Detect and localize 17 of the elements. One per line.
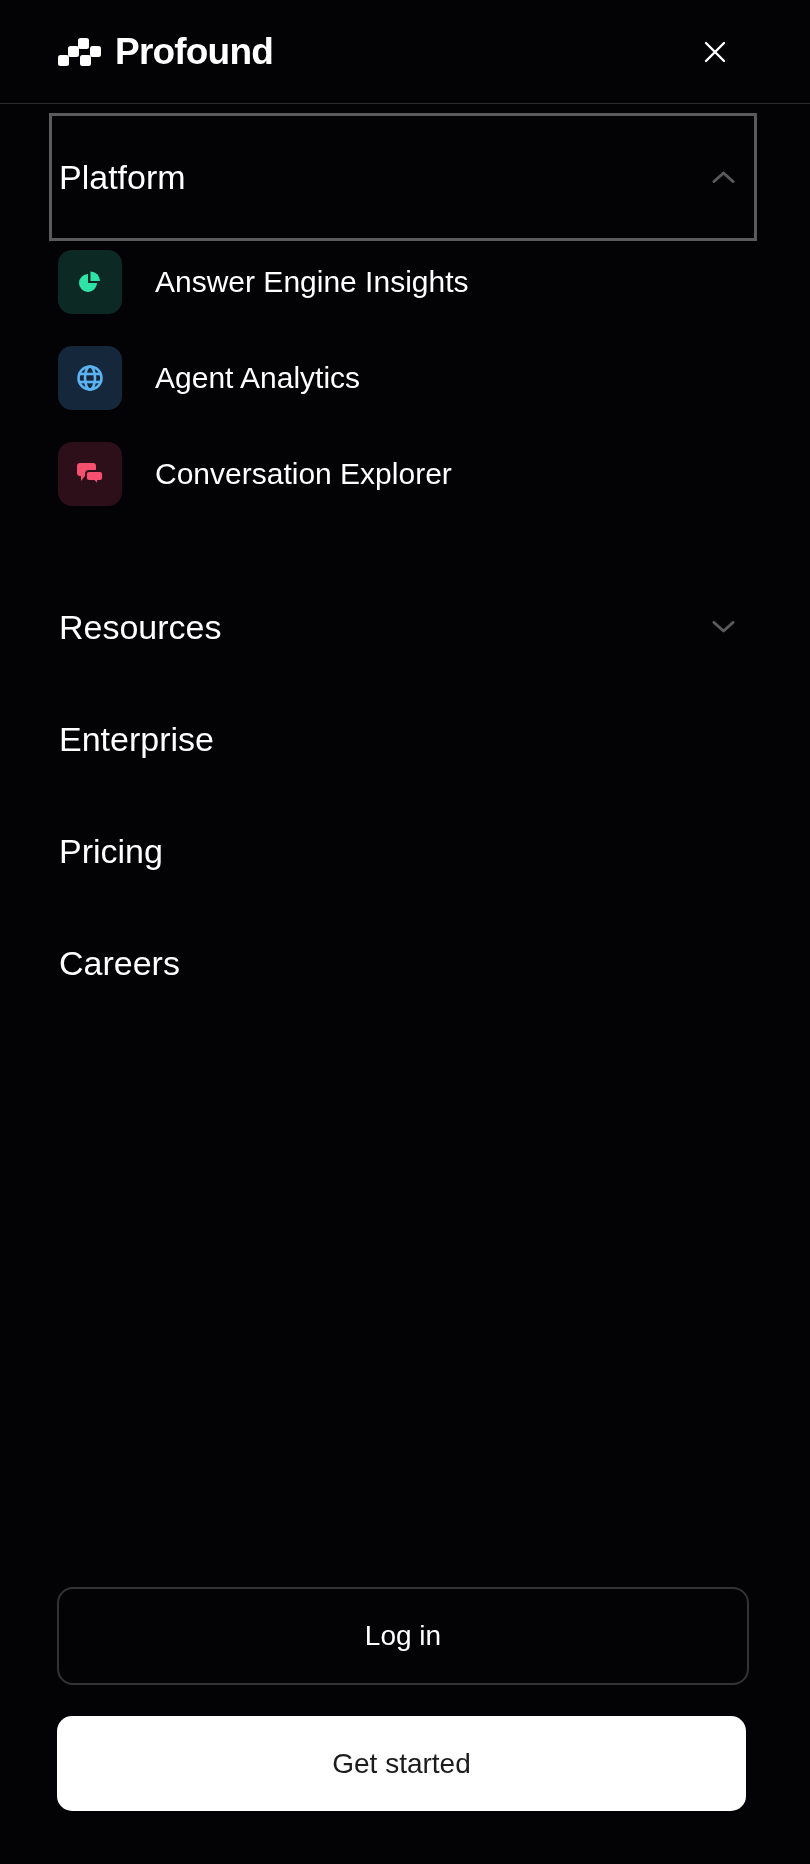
- nav-link[interactable]: Enterprise: [49, 683, 757, 795]
- nav-dropdown-button[interactable]: Platform: [49, 113, 757, 241]
- chat-bubbles-icon: [58, 442, 122, 506]
- get-started-button[interactable]: Get started: [57, 1716, 746, 1811]
- nav-dropdown-button[interactable]: Resources: [49, 571, 757, 683]
- login-button[interactable]: Log in: [57, 1587, 749, 1685]
- submenu-link[interactable]: Answer Engine Insights: [49, 250, 757, 314]
- close-button[interactable]: [704, 40, 726, 63]
- submenu-link[interactable]: Conversation Explorer: [49, 442, 757, 506]
- globe-icon: [58, 346, 122, 410]
- logo-icon: [58, 37, 101, 66]
- pie-chart-icon: [58, 250, 122, 314]
- nav-link[interactable]: Pricing: [49, 795, 757, 907]
- nav-link[interactable]: Careers: [49, 907, 757, 1019]
- logo-link[interactable]: Profound: [58, 33, 273, 70]
- submenu-link[interactable]: Agent Analytics: [49, 346, 757, 410]
- close-icon: [704, 40, 726, 63]
